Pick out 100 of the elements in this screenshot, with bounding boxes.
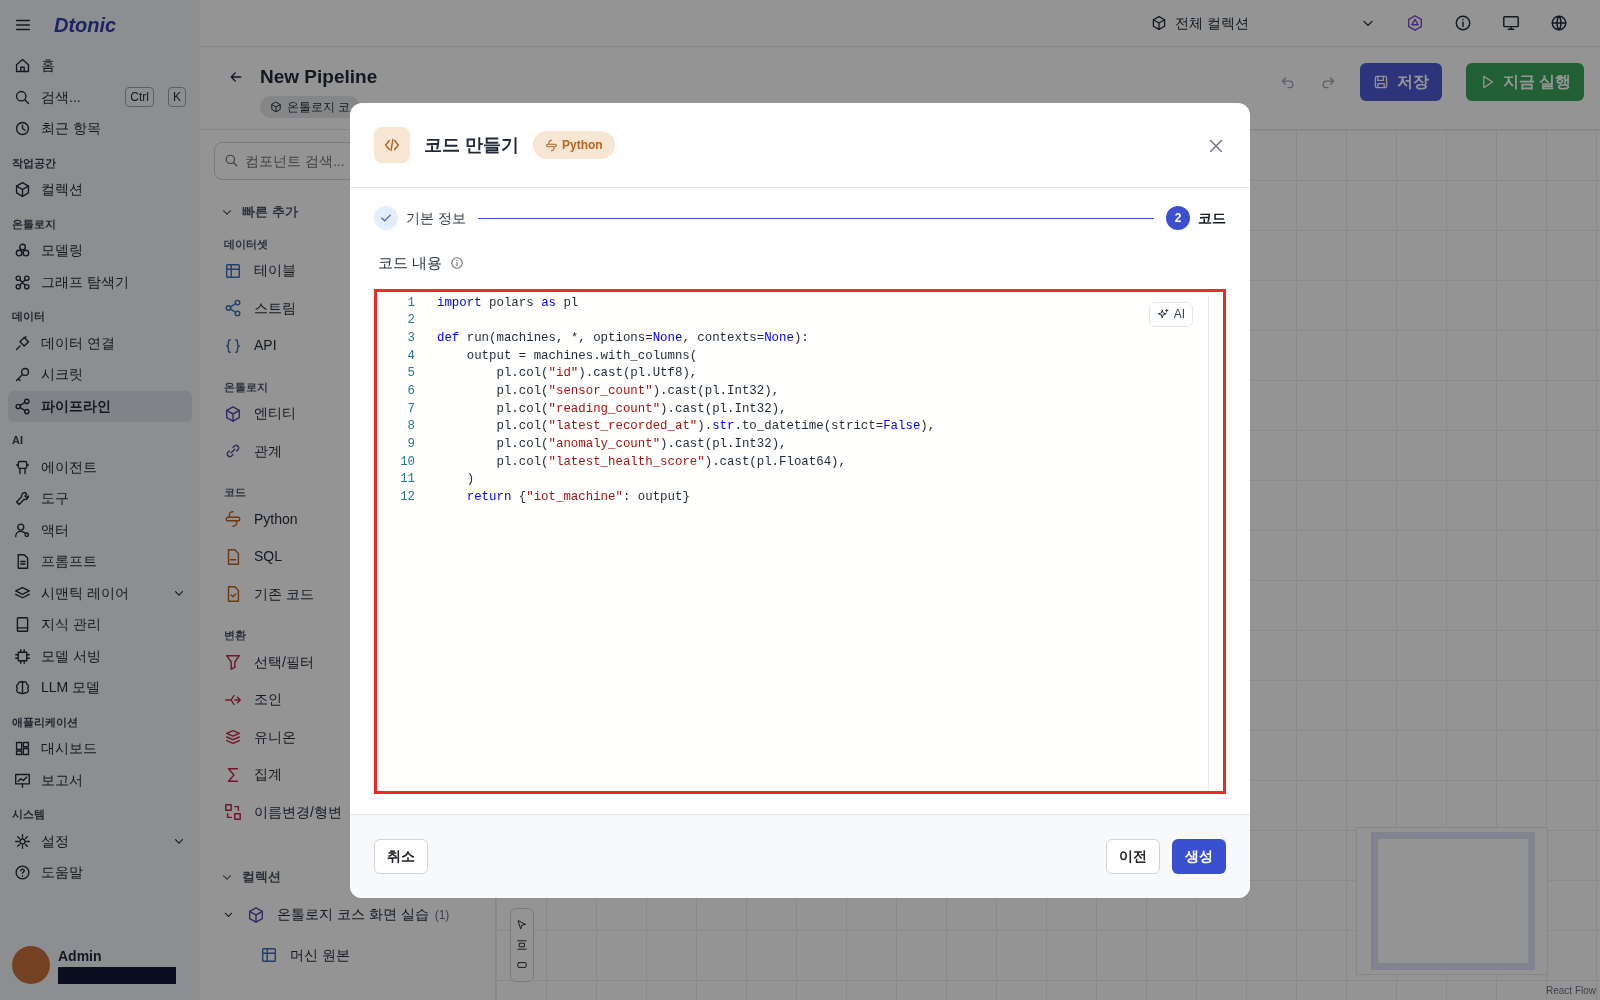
sidebar-item[interactable]: 프롬프트 [8, 546, 192, 578]
search-icon [224, 153, 239, 168]
section-heading: 컬렉션 [242, 868, 281, 886]
line-number: 8 [406, 418, 415, 436]
section-heading: 빠른 추가 [242, 203, 298, 221]
sidebar-item[interactable]: 대시보드 [8, 733, 192, 765]
dashboard-icon [14, 740, 31, 758]
shortcut-key: Ctrl [125, 87, 154, 108]
field-label: 코드 내용 [378, 253, 443, 273]
brain-icon [14, 679, 31, 697]
sidebar-item[interactable]: 그래프 탐색기 [8, 266, 192, 298]
table-icon [224, 261, 242, 280]
component-item[interactable]: SQL [214, 538, 481, 576]
component-item[interactable]: 집계 [214, 756, 481, 794]
sidebar-item[interactable]: 액터 [8, 514, 192, 546]
code-line: def run(machines, *, options=None, contexts=None): [437, 329, 809, 347]
section-heading: AI [12, 433, 23, 448]
sidebar-item[interactable]: LLM 모델 [8, 672, 192, 704]
sidebar-item[interactable]: 모델링 [8, 235, 192, 267]
sidebar-item[interactable]: 검색... Ctrl K [8, 81, 192, 113]
hexagon-icon[interactable] [1406, 14, 1424, 32]
create-button[interactable]: 생성 [1172, 839, 1226, 874]
home-icon [14, 57, 31, 75]
pointer-icon[interactable] [516, 919, 528, 931]
component-item[interactable]: 조인 [214, 681, 481, 719]
previous-button[interactable]: 이전 [1106, 839, 1160, 874]
ai-button[interactable]: AI [1148, 301, 1193, 328]
attribution-text: React Flow [1546, 984, 1596, 998]
component-item[interactable]: 기존 코드 [214, 575, 481, 613]
shortcut-key: K [168, 87, 186, 108]
save-icon [1372, 74, 1389, 90]
collection-dropdown[interactable]: 전체 컬렉션 [1151, 12, 1376, 34]
plug-icon [14, 334, 31, 352]
pipeline-title: New Pipeline [260, 65, 378, 89]
step-label: 기본 정보 [406, 208, 466, 228]
sidebar-item[interactable]: 도움말 [8, 857, 192, 889]
layers-icon [224, 728, 242, 747]
book-icon [14, 616, 31, 634]
sidebar-item[interactable]: 시크릿 [8, 359, 192, 391]
settings-icon [14, 832, 31, 850]
wrench-icon [14, 490, 31, 508]
back-icon[interactable] [228, 69, 244, 85]
key-icon [14, 366, 31, 384]
component-item[interactable]: 유니온 [214, 718, 481, 756]
line-number: 2 [406, 312, 415, 330]
cancel-button[interactable]: 취소 [374, 839, 428, 874]
sidebar-item[interactable]: 컬렉션 [8, 174, 192, 206]
table-icon [260, 946, 278, 965]
cube-icon [270, 100, 282, 113]
line-number: 11 [399, 471, 415, 489]
code-editor[interactable] [374, 288, 1226, 794]
python-icon [545, 138, 558, 152]
sidebar-item[interactable]: 홈 [8, 50, 192, 82]
sidebar-item[interactable]: 모델 서빙 [8, 640, 192, 672]
sidebar-item[interactable]: 에이전트 [8, 451, 192, 483]
chip-icon [14, 647, 31, 665]
robot-icon [14, 458, 31, 476]
sidebar-item[interactable]: 설정 [8, 825, 192, 857]
rectangle-icon[interactable] [516, 959, 528, 971]
line-number: 1 [406, 294, 415, 312]
sidebar-item[interactable]: 지식 관리 [8, 609, 192, 641]
share-icon [14, 397, 31, 415]
tree-item[interactable]: 온톨로지 코스 화면 실습 (1) [214, 892, 481, 937]
code-line: import polars as pl [437, 294, 579, 312]
step-label: 코드 [1198, 208, 1226, 228]
swap-icon [224, 803, 242, 822]
nodes-icon [14, 273, 31, 291]
monitor-icon[interactable] [1502, 14, 1520, 32]
search-icon [14, 88, 31, 106]
sidebar-item[interactable]: 도구 [8, 483, 192, 515]
braces-icon [224, 336, 242, 355]
language-icon[interactable] [1550, 14, 1568, 32]
avatar-icon [12, 946, 50, 984]
save-button[interactable]: 저장 [1359, 63, 1442, 101]
help-icon [14, 864, 31, 882]
line-number: 3 [406, 329, 415, 347]
line-number: 5 [406, 365, 415, 383]
fit-view-icon[interactable] [516, 939, 528, 951]
presentation-icon [14, 771, 31, 789]
sidebar-item[interactable]: 최근 항목 [8, 113, 192, 145]
component-item[interactable]: 이름변경/형변 [214, 793, 481, 831]
sidebar-item[interactable]: 시맨틱 레이어 [8, 577, 192, 609]
sparkle-icon [1156, 307, 1170, 321]
tree-item[interactable]: 머신 원본 [214, 936, 481, 974]
group-heading: 변환 [224, 628, 246, 643]
code-line: pl.col("sensor_count").cast(pl.Int32), [495, 382, 780, 400]
info-icon[interactable] [1454, 14, 1472, 32]
component-item[interactable]: 선택/필터 [214, 643, 481, 681]
section-heading: 온톨로지 [12, 216, 56, 232]
clock-icon [14, 120, 31, 138]
line-number: 6 [406, 382, 415, 400]
sidebar-item[interactable]: 보고서 [8, 764, 192, 796]
python-icon [224, 510, 242, 529]
code-line: ) [465, 471, 475, 489]
code-brackets-icon [383, 136, 401, 154]
app-logo: Dtonic [54, 13, 117, 38]
filter-icon [224, 653, 242, 672]
sidebar-item[interactable]: 데이터 연결 [8, 327, 192, 359]
group-heading: 데이터셋 [224, 236, 268, 252]
sidebar-item[interactable]: 파이프라인 [8, 390, 192, 422]
